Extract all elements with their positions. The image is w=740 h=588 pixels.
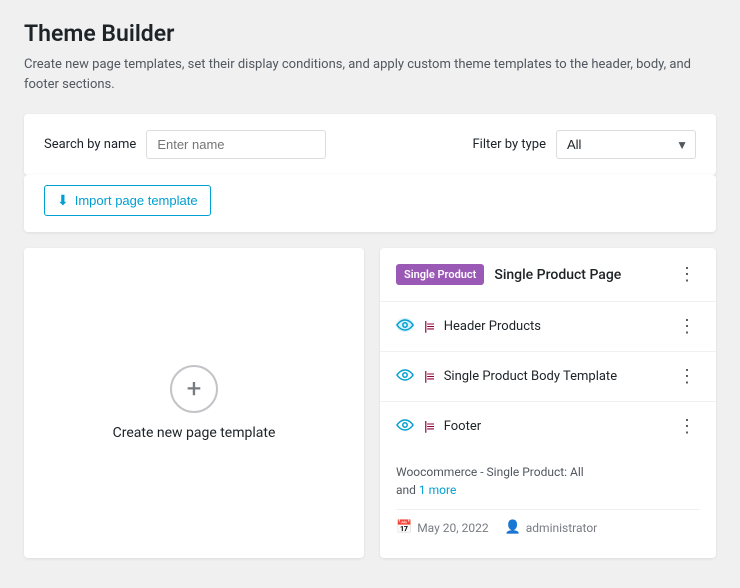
template-item: |≡ Header Products ⋮ [380, 302, 716, 352]
item-options-button[interactable]: ⋮ [674, 414, 700, 439]
condition-more-prefix: and [396, 483, 419, 497]
template-footer: Woocommerce - Single Product: All and 1 … [380, 451, 716, 545]
template-date: May 20, 2022 [417, 521, 488, 535]
elementor-icon: |≡ [424, 318, 434, 335]
download-icon: ⬇ [57, 192, 69, 209]
elementor-icon: |≡ [424, 368, 434, 385]
template-meta: 📅 May 20, 2022 👤 administrator [396, 509, 700, 535]
visibility-icon[interactable] [396, 317, 414, 336]
filter-type-select[interactable]: All Header Footer Single Archive [556, 130, 696, 159]
right-panel: Single Product Single Product Page ⋮ [380, 248, 716, 558]
item-options-button[interactable]: ⋮ [674, 314, 700, 339]
condition-text: Woocommerce - Single Product: All and 1 … [396, 463, 700, 499]
user-icon: 👤 [505, 520, 521, 535]
page-title: Theme Builder [24, 20, 716, 47]
item-options-button[interactable]: ⋮ [674, 364, 700, 389]
page-description: Create new page templates, set their dis… [24, 55, 716, 94]
elementor-icon: |≡ [424, 418, 434, 435]
condition-more-link[interactable]: 1 more [419, 483, 456, 497]
create-template-label: Create new page template [113, 425, 276, 441]
template-item: |≡ Single Product Body Template ⋮ [380, 352, 716, 402]
template-item-name: Header Products [444, 319, 664, 334]
template-item-name: Footer [444, 419, 664, 434]
template-item: |≡ Footer ⋮ [380, 402, 716, 451]
filter-type-label: Filter by type [473, 137, 547, 152]
condition-main: Woocommerce - Single Product: All [396, 465, 584, 479]
template-author: administrator [526, 521, 597, 535]
template-header: Single Product Single Product Page ⋮ [380, 248, 716, 302]
visibility-icon[interactable] [396, 417, 414, 436]
calendar-icon: 📅 [396, 520, 412, 535]
template-options-button[interactable]: ⋮ [674, 262, 700, 287]
import-button-label: Import page template [75, 193, 198, 208]
search-group: Search by name [44, 130, 326, 159]
visibility-icon[interactable] [396, 367, 414, 386]
template-badge: Single Product [396, 264, 484, 285]
page-wrapper: Theme Builder Create new page templates,… [0, 0, 740, 578]
filter-select-wrapper: All Header Footer Single Archive ▼ [556, 130, 696, 159]
search-label: Search by name [44, 137, 136, 152]
date-meta: 📅 May 20, 2022 [396, 520, 489, 535]
content-area: + Create new page template Single Produc… [24, 248, 716, 558]
plus-icon: + [187, 374, 202, 404]
create-template-button[interactable]: + [170, 365, 218, 413]
template-item-name: Single Product Body Template [444, 369, 664, 384]
author-meta: 👤 administrator [505, 520, 598, 535]
left-panel: + Create new page template [24, 248, 364, 558]
filter-type-group: Filter by type All Header Footer Single … [473, 130, 697, 159]
import-page-template-button[interactable]: ⬇ Import page template [44, 185, 211, 216]
template-items: |≡ Header Products ⋮ |≡ Single Product B… [380, 302, 716, 451]
template-name: Single Product Page [494, 267, 664, 283]
filter-bar: Search by name Filter by type All Header… [24, 114, 716, 175]
search-input[interactable] [146, 130, 326, 159]
